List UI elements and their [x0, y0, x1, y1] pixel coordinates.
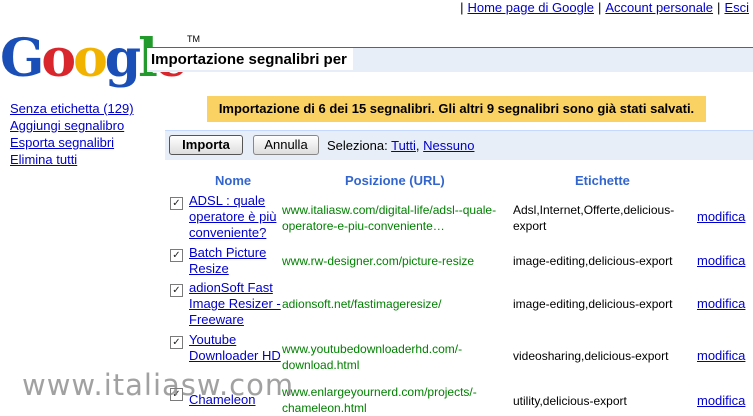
- bookmark-name-link[interactable]: ADSL : quale operatore è più conveniente…: [189, 193, 281, 241]
- bookmark-name-link[interactable]: Batch Picture Resize: [189, 245, 281, 277]
- row-checkbox[interactable]: ✓: [170, 284, 183, 297]
- page-title: Importazione segnalibri per: [147, 48, 353, 70]
- row-checkbox[interactable]: ✓: [170, 336, 183, 349]
- sidebar-item-delete-all[interactable]: Elimina tutti: [10, 152, 77, 167]
- edit-link[interactable]: modifica: [697, 253, 745, 269]
- home-link[interactable]: Home page di Google: [467, 0, 593, 15]
- bookmark-url: www.italiasw.com/digital-life/adsl--qual…: [282, 203, 497, 233]
- edit-link[interactable]: modifica: [697, 393, 745, 409]
- logo-letter: G: [0, 28, 44, 89]
- trademark: TM: [187, 34, 201, 44]
- account-link[interactable]: Account personale: [605, 0, 713, 15]
- select-label: Seleziona: Tutti, Nessuno: [327, 138, 475, 153]
- sidebar-item-export-bookmarks[interactable]: Esporta segnalibri: [10, 135, 114, 150]
- logo-letter: o: [41, 28, 76, 89]
- cancel-button[interactable]: Annulla: [253, 135, 319, 155]
- separator: |: [597, 0, 602, 15]
- import-button[interactable]: Importa: [169, 135, 243, 155]
- bookmark-url: www.youtubedownloaderhd.com/-download.ht…: [282, 342, 463, 372]
- watermark: www.italiasw.com: [22, 368, 295, 402]
- row-checkbox[interactable]: ✓: [170, 197, 183, 210]
- select-text: Seleziona:: [327, 138, 388, 153]
- sidebar-item-add-bookmark[interactable]: Aggiungi segnalibro: [10, 118, 124, 133]
- bookmark-labels: image-editing,delicious-export: [513, 254, 673, 268]
- bookmark-labels: Adsl,Internet,Offerte,delicious-export: [513, 203, 675, 233]
- column-header-name: Nome: [215, 173, 252, 188]
- logo-letter: g: [104, 28, 141, 89]
- edit-link[interactable]: modifica: [697, 209, 745, 225]
- row-checkbox[interactable]: ✓: [170, 249, 183, 262]
- select-none-link[interactable]: Nessuno: [423, 138, 474, 153]
- select-all-link[interactable]: Tutti: [391, 138, 416, 153]
- exit-link[interactable]: Esci: [724, 0, 749, 15]
- column-header-labels: Etichette: [575, 173, 630, 188]
- import-notice: Importazione di 6 dei 15 segnalibri. Gli…: [207, 96, 706, 122]
- sidebar-item-unlabeled[interactable]: Senza etichetta (129): [10, 101, 134, 116]
- top-links: | Home page di Google | Account personale | E…: [456, 0, 749, 15]
- edit-link[interactable]: modifica: [697, 348, 745, 364]
- column-header-url: Posizione (URL): [345, 173, 445, 188]
- bookmark-url: adionsoft.net/fastimageresize/: [282, 297, 442, 311]
- header-bar: Importazione segnalibri per: [147, 47, 753, 72]
- separator: |: [717, 0, 721, 15]
- bookmark-name-link[interactable]: Youtube Downloader HD: [189, 332, 281, 364]
- logo-letter: o: [73, 28, 108, 89]
- bookmark-labels: image-editing,delicious-export: [513, 297, 673, 311]
- bookmark-url: www.enlargeyournerd.com/projects/-chamel…: [282, 385, 477, 415]
- bookmark-labels: videosharing,delicious-export: [513, 349, 669, 363]
- separator: |: [460, 0, 464, 15]
- bookmark-name-link[interactable]: adionSoft Fast Image Resizer - Freeware: [189, 280, 281, 328]
- toolbar: Importa Annulla Seleziona: Tutti, Nessun…: [165, 130, 753, 160]
- bookmark-labels: utility,delicious-export: [513, 394, 627, 408]
- edit-link[interactable]: modifica: [697, 296, 745, 312]
- sidebar: Senza etichetta (129) Aggiungi segnalibr…: [10, 100, 145, 168]
- bookmark-url: www.rw-designer.com/picture-resize: [282, 254, 475, 268]
